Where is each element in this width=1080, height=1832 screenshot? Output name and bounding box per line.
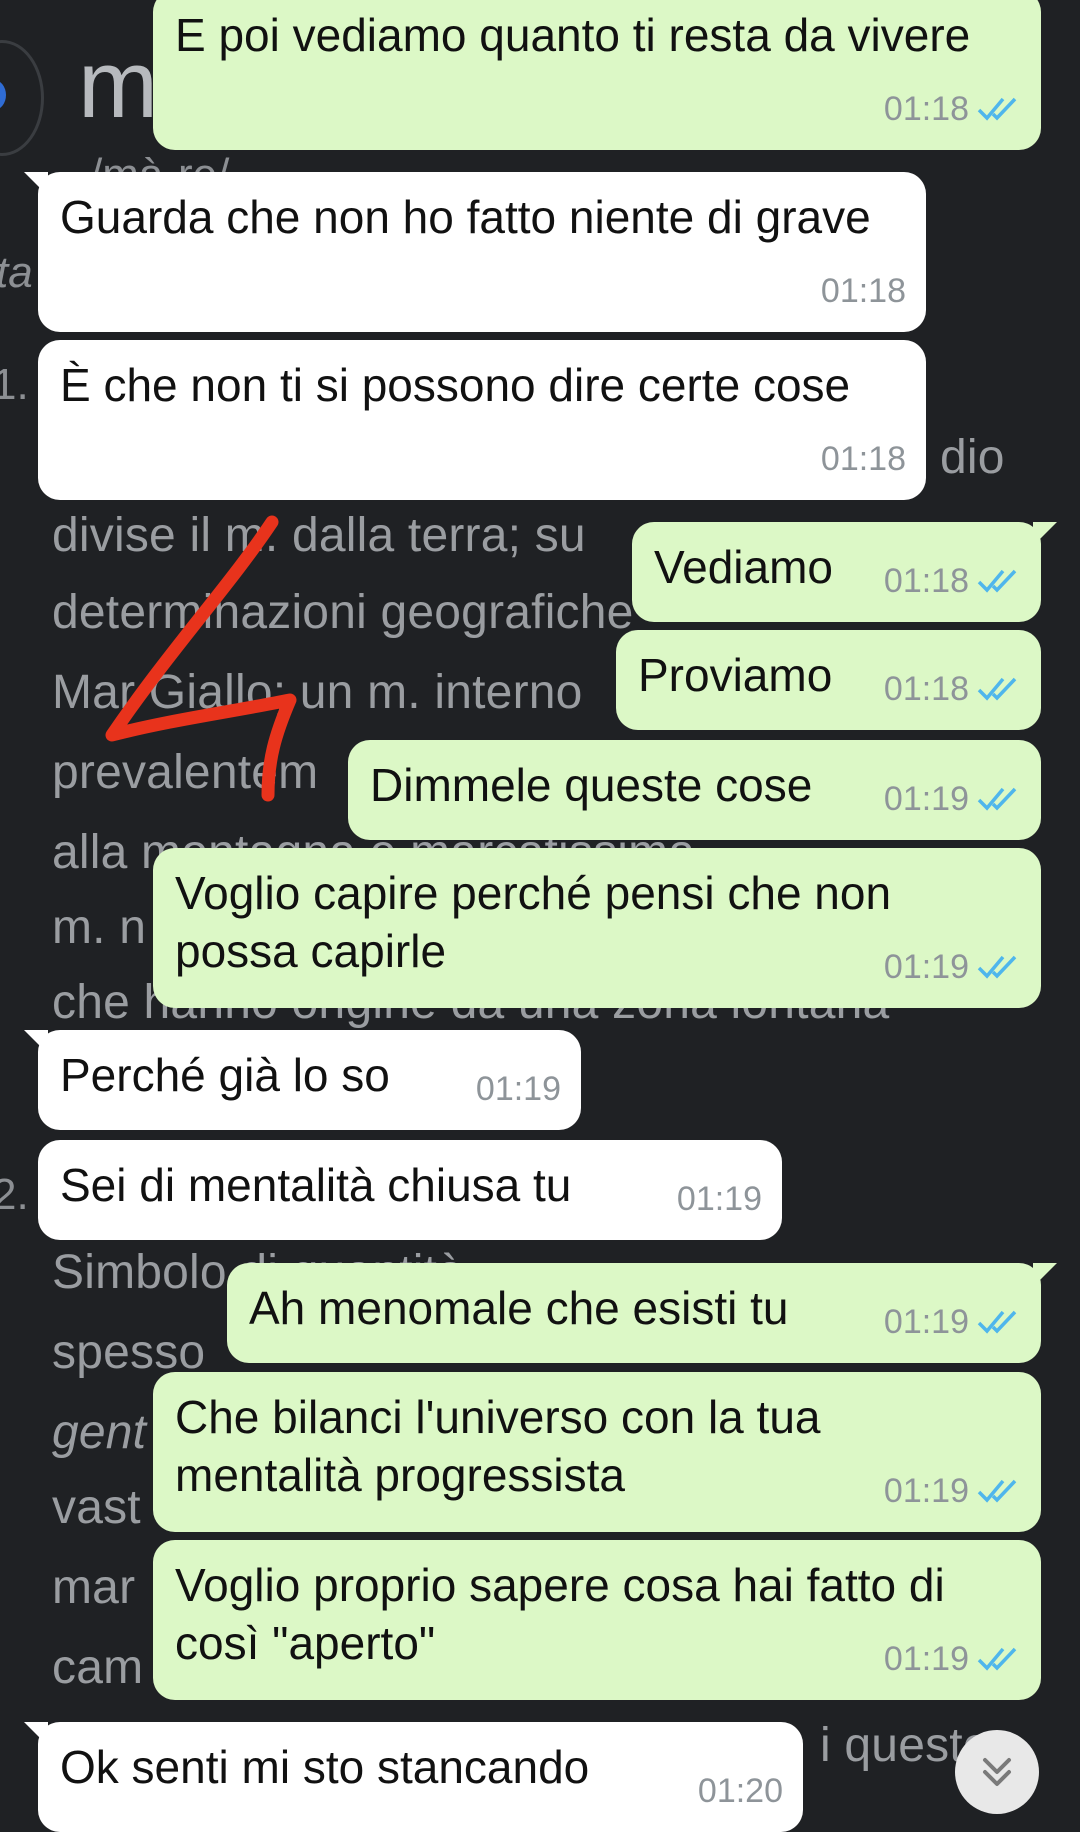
double-check-icon bbox=[977, 97, 1017, 121]
message-outgoing[interactable]: Voglio proprio sapere cosa hai fatto di … bbox=[153, 1540, 1041, 1700]
bg-line: dio bbox=[940, 431, 1005, 484]
message-outgoing[interactable]: E poi vediamo quanto ti resta da vivere … bbox=[153, 0, 1041, 150]
message-outgoing[interactable]: Che bilanci l'universo con la tua mental… bbox=[153, 1372, 1041, 1532]
message-time: 01:18 bbox=[883, 562, 969, 600]
message-outgoing[interactable]: Dimmele queste cose 01:19 bbox=[348, 740, 1041, 840]
double-check-icon bbox=[977, 1479, 1017, 1503]
message-outgoing[interactable]: Proviamo 01:18 bbox=[616, 630, 1041, 730]
bg-line: mar bbox=[52, 1561, 136, 1614]
message-time: 01:19 bbox=[883, 1472, 969, 1510]
number-1: 1. bbox=[0, 360, 29, 409]
bg-line: gent bbox=[52, 1406, 147, 1459]
bg-line: m. n bbox=[52, 901, 147, 954]
message-text: Guarda che non ho fatto niente di grave bbox=[60, 191, 871, 243]
message-time: 01:19 bbox=[883, 1303, 969, 1341]
bg-line: Mar Giallo; un m. interno bbox=[52, 666, 583, 719]
dictionary-headword: m bbox=[78, 31, 158, 138]
message-incoming[interactable]: Ok senti mi sto stancando 01:20 bbox=[24, 1722, 803, 1832]
double-check-icon bbox=[977, 569, 1017, 593]
message-outgoing[interactable]: Voglio capire perché pensi che non possa… bbox=[153, 848, 1041, 1008]
bg-line: determinazioni geografiche bbox=[52, 586, 634, 639]
double-check-icon bbox=[977, 787, 1017, 811]
message-time: 01:18 bbox=[820, 440, 906, 478]
avatar-edge bbox=[0, 40, 44, 156]
double-check-icon bbox=[977, 955, 1017, 979]
message-time: 01:19 bbox=[883, 780, 969, 818]
message-incoming[interactable]: Sei di mentalità chiusa tu 01:19 bbox=[38, 1140, 782, 1240]
message-text: E poi vediamo quanto ti resta da vivere bbox=[175, 9, 971, 61]
message-text: Ok senti mi sto stancando bbox=[60, 1741, 590, 1793]
message-incoming[interactable]: Guarda che non ho fatto niente di grave … bbox=[24, 172, 926, 332]
double-check-icon bbox=[977, 677, 1017, 701]
double-check-icon bbox=[977, 1310, 1017, 1334]
double-check-icon bbox=[977, 1647, 1017, 1671]
message-outgoing[interactable]: Ah menomale che esisti tu 01:19 bbox=[227, 1263, 1057, 1363]
message-time: 01:18 bbox=[820, 272, 906, 310]
edge-text: ta bbox=[0, 248, 33, 297]
message-time: 01:19 bbox=[676, 1180, 762, 1218]
message-time: 01:19 bbox=[883, 1640, 969, 1678]
message-text: È che non ti si possono dire certe cose bbox=[60, 359, 851, 411]
message-time: 01:18 bbox=[883, 670, 969, 708]
message-incoming[interactable]: Perché già lo so 01:19 bbox=[24, 1030, 581, 1130]
scroll-to-bottom-button[interactable] bbox=[955, 1730, 1039, 1814]
message-incoming[interactable]: È che non ti si possono dire certe cose … bbox=[38, 340, 926, 500]
message-outgoing[interactable]: Vediamo 01:18 bbox=[632, 522, 1057, 622]
bg-line: vast bbox=[52, 1481, 141, 1534]
message-time: 01:20 bbox=[697, 1772, 783, 1810]
message-text: Sei di mentalità chiusa tu bbox=[60, 1159, 572, 1211]
bg-line: prevalentem bbox=[52, 746, 319, 799]
chevron-double-down-icon bbox=[983, 1758, 1011, 1786]
message-time: 01:19 bbox=[883, 948, 969, 986]
message-time: 01:19 bbox=[475, 1070, 561, 1108]
number-2: 2. bbox=[0, 1170, 29, 1219]
bg-line: divise il m. dalla terra; su bbox=[52, 509, 586, 562]
bg-line: cam bbox=[52, 1641, 144, 1694]
message-time: 01:18 bbox=[883, 90, 969, 128]
